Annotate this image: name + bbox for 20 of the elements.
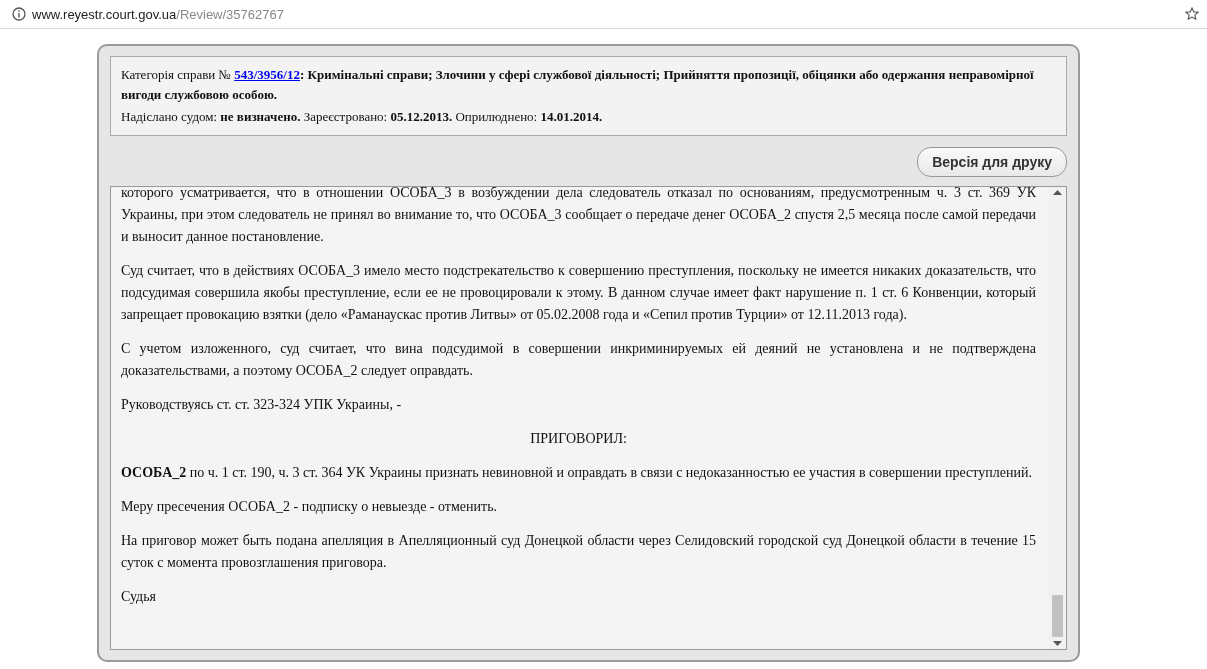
paragraph: ОСОБА_2 по ч. 1 ст. 190, ч. 3 ст. 364 УК Украины признать невиновной и оправдать в связи с недоказанностью ее участия в совершении преступлений. [121, 464, 1033, 482]
case-category: Категорія справи № 543/3956/12: Кримінальні справи; Злочини у сфері службової діяльності; Прийняття пропозиції, обіцянки або одержання неправомірної вигоди службовою особою. [121, 66, 1035, 104]
scrollbar[interactable] [1049, 187, 1066, 649]
paragraph: Судья [121, 588, 158, 606]
star-icon[interactable] [1185, 7, 1199, 21]
paragraph: которого усматривается, что в отношении ОСОБА_3 в возбуждении дела следователь отказал по основаниям, предусмотренным ч. 3 ст. 369 УК Украины, при этом следователь не принял во внимание то, что ОСОБА_3 сообщает о передаче денег ОСОБА_2 спустя 2,5 месяца после самой передачи и выносит данное постановление. [121, 187, 1036, 246]
scroll-up-icon[interactable] [1053, 190, 1062, 195]
info-icon[interactable] [12, 7, 26, 21]
paragraph: Меру пресечения ОСОБА_2 - подписку о невыезде - отменить. [121, 498, 499, 516]
paragraph: Суд считает, что в действиях ОСОБА_3 имело место подстрекательство к совершению преступления, поскольку не имеется никаких доказательств, что подсудимая совершила якобы преступление, если ее не провоцировали к этому. В данном случае имеет факт нарушение п. 1 ст. 6 Конвенции, который запрещает провокацию взятки (дело «Раманаускас против Литвы» от 05.02.2008 года и «Сепил против Турции» от 12.11.2013 года). [121, 262, 1036, 324]
paragraph: На приговор может быть подана апелляция в Апелляционный суд Донецкой области через Селидовский городской суд Донецкой области в течение 15 суток с момента провозглашения приговора. [121, 532, 1036, 572]
paragraph: Руководствуясь ст. ст. 323-324 УПК Украины, - [121, 396, 403, 414]
paragraph: С учетом изложенного, суд считает, что вина подсудимой в совершении инкриминируемых ей деяний не установлена и не подтверждена доказательствами, а поэтому ОСОБА_2 следует оправдать. [121, 340, 1036, 380]
print-version-button[interactable]: Версія для друку [917, 147, 1067, 177]
case-dates: Надіслано судом: не визначено. Зареєстровано: 05.12.2013. Оприлюднено: 14.01.2014. [121, 108, 604, 126]
url-text[interactable]: www.reyestr.court.gov.ua/Review/35762767 [32, 6, 1179, 22]
section-heading: ПРИГОВОРИЛ: [529, 430, 628, 448]
case-number-link[interactable]: 543/3956/12 [234, 67, 300, 82]
scroll-down-icon[interactable] [1053, 641, 1062, 646]
scroll-thumb[interactable] [1052, 595, 1063, 637]
